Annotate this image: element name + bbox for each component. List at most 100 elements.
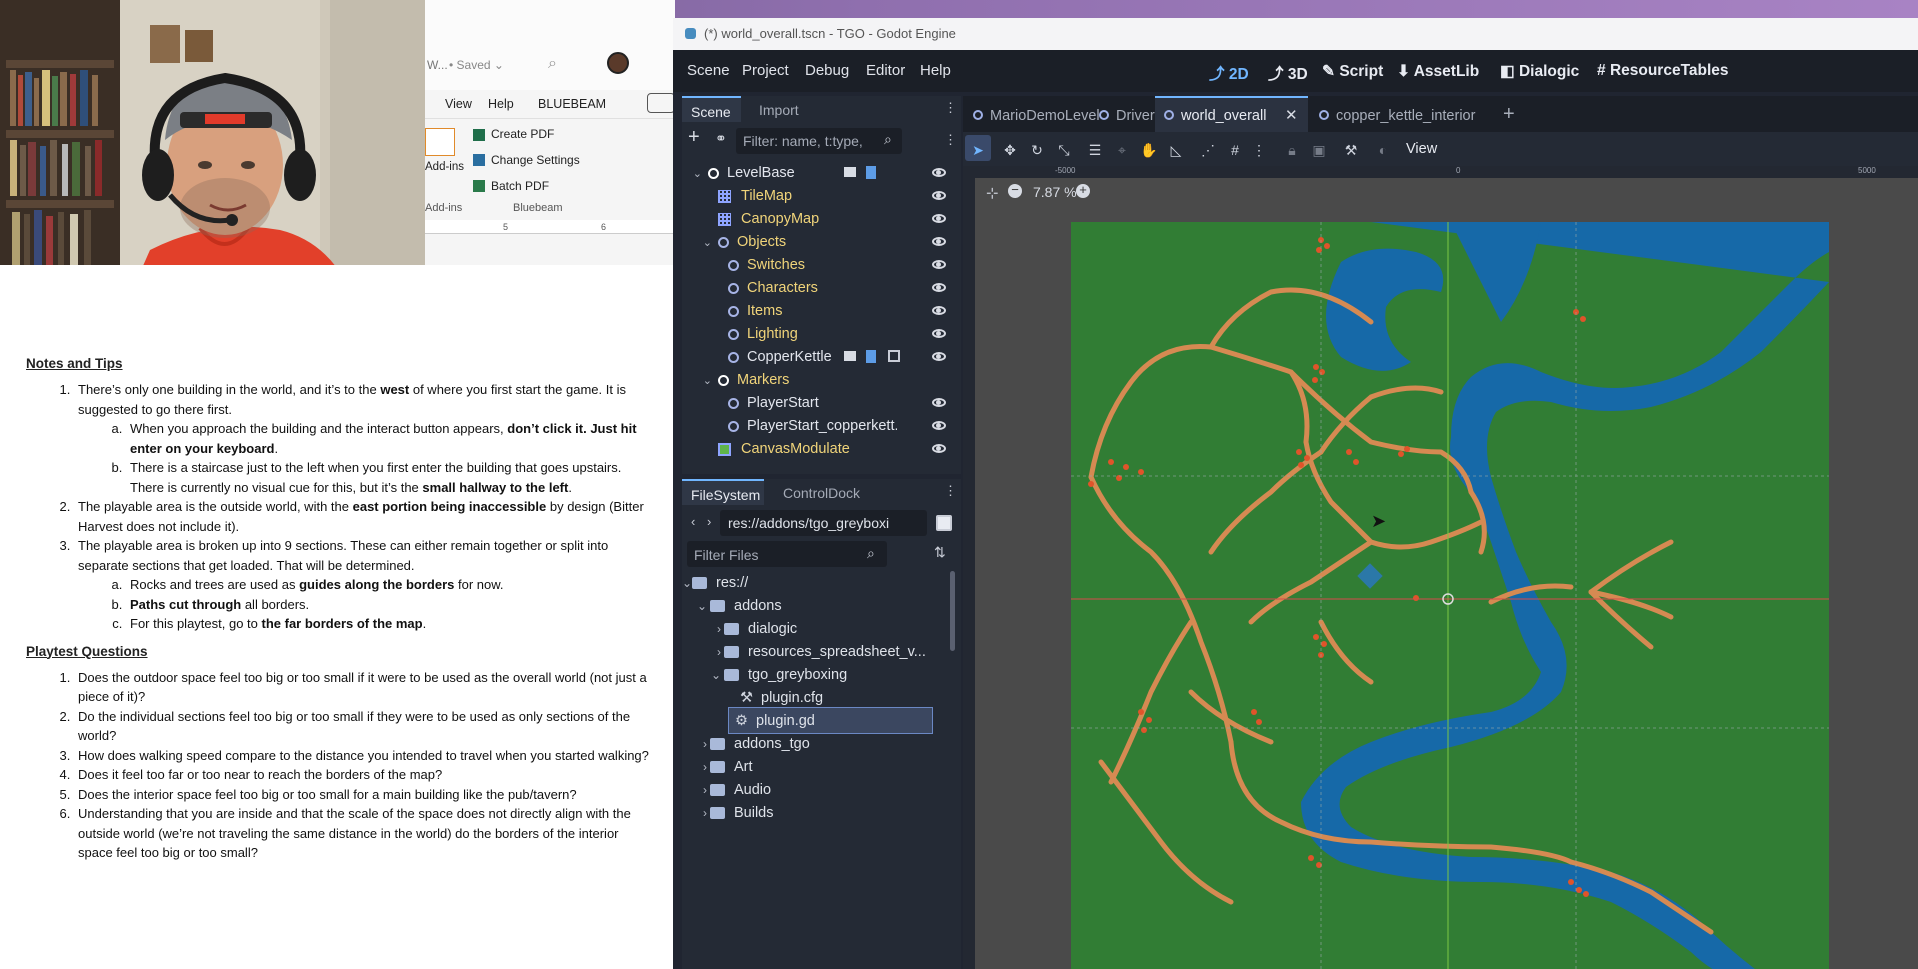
- menu-debug[interactable]: Debug: [805, 62, 849, 79]
- visibility-eye-icon[interactable]: [932, 352, 946, 361]
- list-select-icon[interactable]: ☰: [1085, 142, 1105, 162]
- visibility-eye-icon[interactable]: [932, 398, 946, 407]
- visibility-eye-icon[interactable]: [932, 168, 946, 177]
- world-map-tilemap[interactable]: [1071, 222, 1829, 969]
- snap-options-icon[interactable]: ⋮: [1249, 142, 1269, 162]
- workspace-assetlib[interactable]: ⬇ AssetLib: [1397, 62, 1479, 81]
- visibility-eye-icon[interactable]: [932, 237, 946, 246]
- addins-icon[interactable]: [425, 128, 455, 156]
- expand-chevron-icon[interactable]: ›: [682, 622, 724, 636]
- batch-pdf-button[interactable]: Batch PDF: [491, 179, 549, 193]
- visibility-eye-icon[interactable]: [932, 421, 946, 430]
- menu-help[interactable]: Help: [488, 97, 514, 111]
- visibility-eye-icon[interactable]: [932, 260, 946, 269]
- change-settings-button[interactable]: Change Settings: [491, 153, 580, 167]
- visibility-eye-icon[interactable]: [932, 283, 946, 292]
- fs-item[interactable]: › Builds: [682, 799, 947, 826]
- forward-icon[interactable]: ›: [707, 514, 711, 529]
- center-view-icon[interactable]: ⊹: [986, 184, 999, 202]
- lock-icon[interactable]: 🔒︎: [1282, 142, 1302, 162]
- smart-snap-icon[interactable]: ⋰: [1198, 142, 1218, 162]
- tab-import[interactable]: Import: [759, 102, 799, 118]
- fs-scrollbar[interactable]: [950, 571, 955, 651]
- pan-tool-icon[interactable]: ✋: [1139, 142, 1159, 162]
- pivot-tool-icon[interactable]: ⌖: [1112, 142, 1132, 162]
- visibility-eye-icon[interactable]: [932, 329, 946, 338]
- tab-controldock[interactable]: ControlDock: [783, 485, 860, 501]
- scale-tool-icon[interactable]: ⤡: [1054, 142, 1074, 162]
- avatar[interactable]: [607, 52, 629, 74]
- workspace-dialogic[interactable]: ◧ Dialogic: [1500, 62, 1579, 81]
- comments-button[interactable]: [647, 93, 675, 113]
- fs-filter-input[interactable]: Filter Files ⌕: [687, 541, 887, 567]
- workspace-2d[interactable]: ⤴ 2D: [1209, 62, 1249, 84]
- expand-chevron-icon[interactable]: ›: [682, 760, 710, 774]
- layout-toggle-icon[interactable]: [936, 515, 952, 531]
- create-pdf-button[interactable]: Create PDF: [491, 127, 554, 141]
- word-saved-status[interactable]: • Saved ⌄: [449, 58, 504, 72]
- expand-chevron-icon[interactable]: ⌄: [682, 599, 710, 613]
- canvas-viewport[interactable]: -5000 0 5000 ⊹ − 7.87 % + ➤: [963, 166, 1918, 969]
- scene-node-row[interactable]: CanvasModulate: [692, 436, 952, 462]
- group-icon[interactable]: ▣: [1309, 142, 1329, 162]
- search-icon[interactable]: ⌕: [548, 55, 557, 73]
- scene-options-icon[interactable]: ⋮: [944, 132, 957, 148]
- visibility-eye-icon[interactable]: [932, 214, 946, 223]
- expand-chevron-icon[interactable]: ⌄: [692, 374, 718, 387]
- zoom-level[interactable]: 7.87 %: [1033, 184, 1077, 200]
- view-menu[interactable]: View: [1406, 141, 1437, 157]
- clapperboard-icon[interactable]: [844, 351, 856, 361]
- zoom-in-icon[interactable]: +: [1076, 183, 1090, 198]
- expand-chevron-icon[interactable]: ›: [682, 806, 710, 820]
- dock-menu-icon[interactable]: ⋮: [944, 100, 957, 116]
- tab-filesystem[interactable]: FileSystem: [682, 479, 764, 505]
- grid-snap-icon[interactable]: #: [1225, 142, 1245, 162]
- tab-mariodemolevel[interactable]: MarioDemoLevel: [973, 108, 1100, 124]
- tab-scene[interactable]: Scene: [682, 96, 741, 122]
- clapperboard-icon[interactable]: [844, 167, 856, 177]
- fs-path-input[interactable]: res://addons/tgo_greyboxi: [720, 510, 927, 536]
- workspace-3d[interactable]: ⤴ 3D: [1268, 62, 1308, 84]
- menu-project[interactable]: Project: [742, 62, 789, 79]
- workspace-script[interactable]: ✎ Script: [1322, 62, 1383, 81]
- link-icon[interactable]: ⚭: [715, 130, 727, 147]
- bones-icon[interactable]: ⚒: [1341, 142, 1361, 162]
- zoom-out-icon[interactable]: −: [1008, 183, 1022, 198]
- expand-chevron-icon[interactable]: ⌄: [682, 668, 724, 682]
- close-tab-icon[interactable]: ✕: [1285, 106, 1298, 124]
- rotate-tool-icon[interactable]: ↻: [1027, 142, 1047, 162]
- menu-help[interactable]: Help: [920, 62, 951, 79]
- expand-chevron-icon[interactable]: ⌄: [682, 576, 692, 590]
- menu-bluebeam[interactable]: BLUEBEAM: [538, 97, 606, 111]
- sort-icon[interactable]: ⇅: [934, 544, 946, 561]
- expand-chevron-icon[interactable]: ›: [682, 783, 710, 797]
- expand-chevron-icon[interactable]: ⌄: [692, 167, 708, 180]
- document-page[interactable]: Notes and Tips There’s only one building…: [0, 265, 675, 969]
- menu-view[interactable]: View: [445, 97, 472, 111]
- script-icon[interactable]: [866, 166, 876, 179]
- visibility-eye-icon[interactable]: [932, 306, 946, 315]
- tab-copper-kettle-interior[interactable]: copper_kettle_interior: [1319, 108, 1475, 124]
- addins-label[interactable]: Add-ins: [425, 161, 464, 173]
- expand-chevron-icon[interactable]: ›: [682, 645, 724, 659]
- camera-override-icon[interactable]: ◐: [1373, 142, 1393, 162]
- menu-editor[interactable]: Editor: [866, 62, 905, 79]
- menu-scene[interactable]: Scene: [687, 62, 730, 79]
- add-tab-icon[interactable]: +: [1503, 103, 1515, 126]
- tab-driver[interactable]: Driver: [1099, 108, 1155, 124]
- back-icon[interactable]: ‹: [691, 514, 695, 529]
- expand-chevron-icon[interactable]: ⌄: [692, 236, 718, 249]
- visibility-eye-icon[interactable]: [932, 191, 946, 200]
- move-tool-icon[interactable]: ✥: [1000, 142, 1020, 162]
- visibility-eye-icon[interactable]: [932, 444, 946, 453]
- fs-menu-icon[interactable]: ⋮: [944, 483, 957, 499]
- group-icon[interactable]: [888, 350, 900, 362]
- workspace-resourcetables[interactable]: # ResourceTables: [1597, 62, 1729, 80]
- scene-filter-input[interactable]: Filter: name, t:type, ⌕: [736, 128, 902, 154]
- script-icon[interactable]: [866, 350, 876, 363]
- select-tool-icon[interactable]: ➤: [968, 142, 988, 162]
- tab-world-overall[interactable]: world_overall: [1164, 108, 1266, 124]
- add-node-icon[interactable]: +: [688, 126, 700, 149]
- ruler-tool-icon[interactable]: ◺: [1166, 142, 1186, 162]
- expand-chevron-icon[interactable]: ›: [682, 737, 710, 751]
